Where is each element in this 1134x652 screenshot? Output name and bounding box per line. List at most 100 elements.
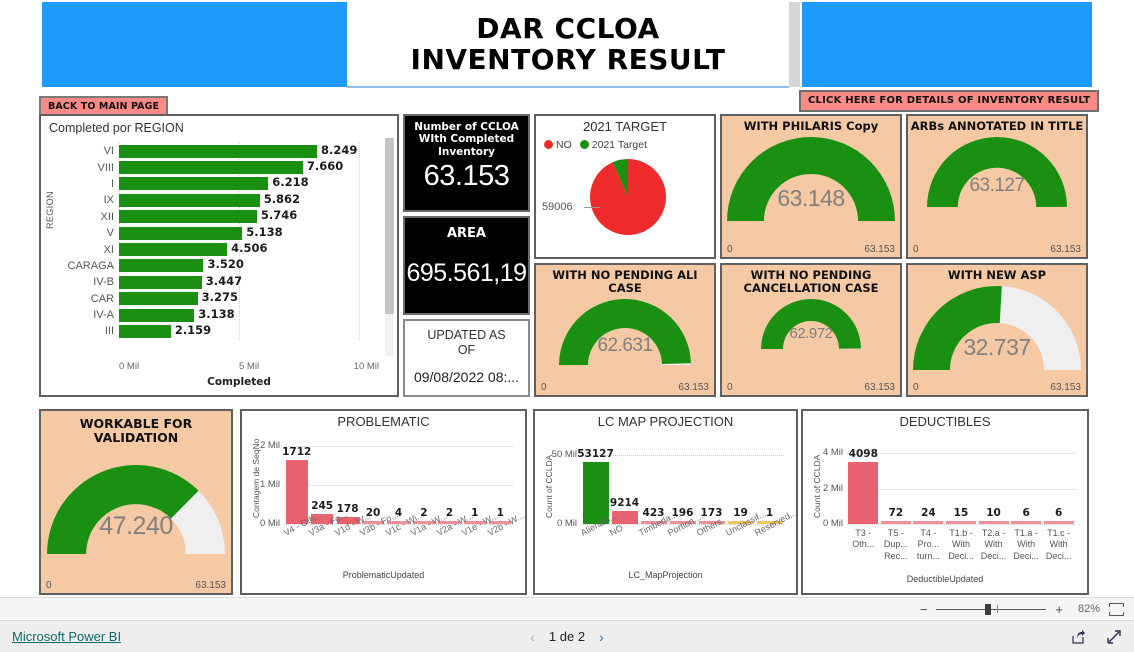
zoom-percent-label: 82% xyxy=(1077,603,1100,615)
region-bar[interactable] xyxy=(119,259,204,273)
inventory-details-button[interactable]: CLICK HERE FOR DETAILS OF INVENTORY RESU… xyxy=(799,90,1100,112)
bar-cell[interactable]: 19 xyxy=(726,448,755,524)
share-icon[interactable] xyxy=(1070,629,1086,645)
region-bar[interactable] xyxy=(119,324,171,338)
region-bar[interactable] xyxy=(119,144,317,158)
x-axis-label[interactable]: T1.c - With Deci... xyxy=(1042,528,1075,563)
ccloa-count-label: Number of CCLOA WIth Completed Inventory xyxy=(414,121,519,158)
bar-cell[interactable]: 53127 xyxy=(577,448,614,524)
y-axis-tick-label: 0 Mil xyxy=(556,517,577,529)
bar-cell[interactable]: 72 xyxy=(880,448,913,524)
region-bar[interactable] xyxy=(119,243,228,257)
bar-cell[interactable]: 6 xyxy=(1010,448,1043,524)
gauge-plot: 32.737 0 63.153 xyxy=(908,282,1086,395)
gauge-with-new-asp[interactable]: WITH NEW ASP 32.737 0 63.153 xyxy=(906,263,1088,397)
x-axis-label[interactable]: T5 - Dup... Rec... xyxy=(880,528,913,563)
region-bar[interactable] xyxy=(119,210,257,224)
fullscreen-icon[interactable] xyxy=(1106,629,1122,645)
region-chart-scrollbar[interactable] xyxy=(385,138,394,356)
region-bar-track: 3.138 xyxy=(119,306,359,322)
bar[interactable] xyxy=(1043,521,1074,524)
zoom-out-button[interactable]: − xyxy=(920,603,928,616)
region-bar-row[interactable]: XI 4.506 xyxy=(57,241,377,257)
region-bar[interactable] xyxy=(119,193,260,207)
gauge-min-label: 0 xyxy=(727,244,733,255)
region-bar-row[interactable]: IV-A 3.138 xyxy=(57,307,377,323)
gauge-value: 47.240 xyxy=(99,511,173,540)
bar[interactable] xyxy=(1011,521,1042,524)
region-bar-row[interactable]: V 5.138 xyxy=(57,225,377,241)
region-bar[interactable] xyxy=(119,308,195,322)
region-bar-row[interactable]: XII 5.746 xyxy=(57,208,377,225)
region-bar[interactable] xyxy=(119,292,198,306)
region-bar-row[interactable]: III 2.159 xyxy=(57,323,377,339)
region-bar-row[interactable]: IX 5.862 xyxy=(57,192,377,208)
next-page-icon[interactable]: › xyxy=(599,629,604,645)
bar-cell[interactable]: 6 xyxy=(1042,448,1075,524)
fit-to-screen-icon[interactable] xyxy=(1109,602,1124,616)
gauge-with-philaris-copy[interactable]: WITH PHILARIS Copy 63.148 0 63.153 xyxy=(720,114,902,259)
legend-item-no[interactable]: NO xyxy=(544,139,572,151)
zoom-slider[interactable] xyxy=(936,603,1047,615)
region-bar-row[interactable]: IV-B 3.447 xyxy=(57,274,377,290)
header-divider xyxy=(789,2,800,87)
gauge-title: ARBs ANNOTATED IN TITLE xyxy=(910,119,1084,133)
updated-as-of-card[interactable]: UPDATED AS OF 09/08/2022 08:... xyxy=(403,319,530,397)
region-bar[interactable] xyxy=(119,226,243,240)
lcmap-plot: Count of CCLDA 0 Mil 50 Mil 53127 9214 423 196… xyxy=(535,432,796,582)
problematic-chart-title: PROBLEMATIC xyxy=(337,414,430,429)
region-bar[interactable] xyxy=(119,177,269,191)
region-bar[interactable] xyxy=(119,161,303,175)
region-chart-scrollbar-thumb[interactable] xyxy=(385,138,394,314)
region-bar-row[interactable]: VI 8.249 xyxy=(57,143,377,159)
bar-cell[interactable]: 10 xyxy=(977,448,1010,524)
bar-cell[interactable]: 1712 xyxy=(282,446,311,524)
bar[interactable] xyxy=(285,459,308,524)
gauge-plot: 62.972 0 63.153 xyxy=(722,295,900,395)
x-axis-label[interactable]: T2.a - With Deci... xyxy=(977,528,1010,563)
zoom-slider-thumb[interactable] xyxy=(984,604,991,615)
completed-por-region-chart[interactable]: Completed por REGION REGION VI 8.249 VIII 7… xyxy=(39,114,399,397)
region-bar-row[interactable]: CAR 3.275 xyxy=(57,290,377,307)
y-axis-tick-label: 50 Mil xyxy=(551,448,577,460)
gauge-with-no-pending-cancellation-case[interactable]: WITH NO PENDING CANCELLATION CASE 62.972… xyxy=(720,263,902,397)
bar-cell[interactable]: 15 xyxy=(945,448,978,524)
gauge-workable-for-validation[interactable]: WORKABLE FOR VALIDATION 47.240 0 63.153 xyxy=(39,409,233,595)
bar-cell[interactable]: 423 xyxy=(639,448,668,524)
bar[interactable] xyxy=(880,521,911,524)
bar-value-label: 72 xyxy=(888,507,904,520)
lc-map-projection-chart[interactable]: LC MAP PROJECTION Count of CCLDA 0 Mil 50 … xyxy=(533,409,798,595)
deductibles-chart[interactable]: DEDUCTIBLES Count of CCLDA 0 Mil 2 Mil 4 Mi… xyxy=(801,409,1089,595)
bar-cell[interactable]: 4098 xyxy=(847,448,880,524)
bar[interactable] xyxy=(913,521,944,524)
region-bar-value: 3.138 xyxy=(198,306,235,321)
area-card[interactable]: AREA 695.561,19 xyxy=(403,216,530,315)
bar[interactable] xyxy=(978,521,1009,524)
bar[interactable] xyxy=(848,461,879,524)
target-2021-pie-chart[interactable]: 2021 TARGET NO 2021 Target 59006 xyxy=(534,114,716,259)
zoom-in-button[interactable]: + xyxy=(1055,603,1063,616)
problematic-chart[interactable]: PROBLEMATIC Contagem de SeqNo 0 Mil 1 Mil 2… xyxy=(240,409,527,595)
region-bar-track: 8.249 xyxy=(119,143,359,158)
x-axis-label[interactable]: T3 - Oth... xyxy=(847,528,880,563)
region-bar-row[interactable]: VIII 7.660 xyxy=(57,159,377,175)
deductibles-chart-title: DEDUCTIBLES xyxy=(899,414,991,429)
x-axis-label[interactable]: T4 - Pro... turn... xyxy=(912,528,945,563)
gauge-arbs-annotated-in-title[interactable]: ARBs ANNOTATED IN TITLE 63.127 0 63.153 xyxy=(906,114,1088,259)
gauge-with-no-pending-ali-case[interactable]: WITH NO PENDING ALI CASE 62.631 0 63.153 xyxy=(534,263,716,397)
previous-page-icon[interactable]: ‹ xyxy=(530,629,535,645)
region-bar[interactable] xyxy=(119,275,202,289)
header-banner-right xyxy=(802,2,1092,87)
region-bar-row[interactable]: CARAGA 3.520 xyxy=(57,257,377,274)
bar-cell[interactable]: 24 xyxy=(912,448,945,524)
x-axis-label[interactable]: T1.a - With Deci... xyxy=(1010,528,1043,563)
zoom-toolbar: − + 82% xyxy=(0,597,1134,620)
region-category-label: VI xyxy=(103,145,114,158)
bar[interactable] xyxy=(945,521,976,524)
x-axis-label[interactable]: T1.b - With Deci... xyxy=(945,528,978,563)
region-bar-value: 3.275 xyxy=(201,290,238,305)
legend-item-target[interactable]: 2021 Target xyxy=(579,139,647,151)
ccloa-completed-inventory-card[interactable]: Number of CCLOA WIth Completed Inventory… xyxy=(403,114,530,212)
powerbi-report-page: DAR CCLOA INVENTORY RESULT BACK TO MAIN … xyxy=(0,0,1134,652)
region-bar-row[interactable]: I 6.218 xyxy=(57,175,377,192)
